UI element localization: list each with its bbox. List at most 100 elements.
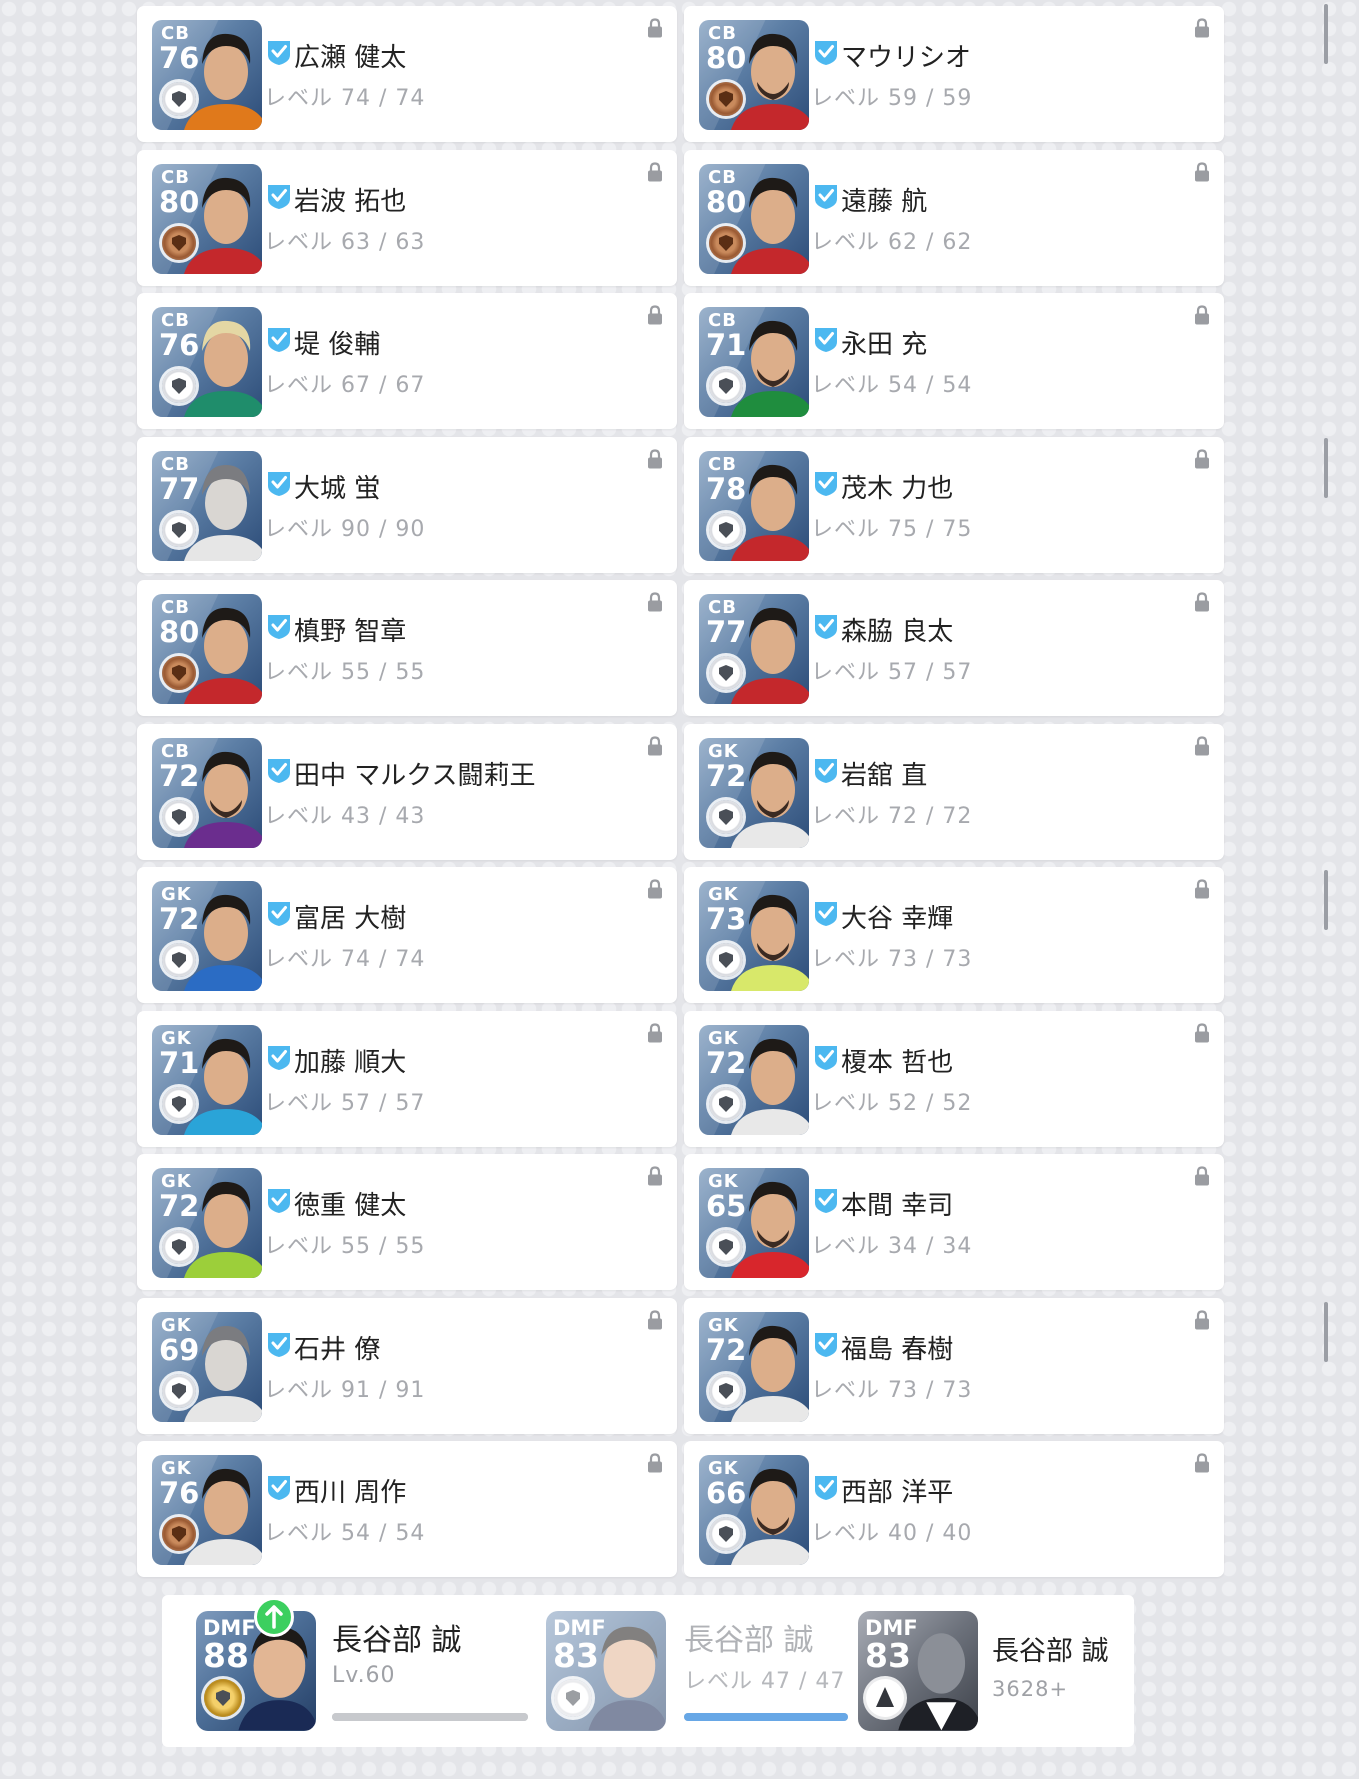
player-level: レベル 55 / 55 (264, 660, 426, 685)
player-card[interactable]: GK 71 加藤 順大 レベル 57 / 57 (137, 1011, 677, 1147)
lock-icon[interactable] (647, 592, 663, 612)
player-name: 徳重 健太 (294, 1191, 407, 1221)
player-card[interactable]: CB 76 堤 俊輔 レベル 67 / 67 (137, 293, 677, 429)
lock-icon[interactable] (647, 449, 663, 469)
lock-icon[interactable] (647, 162, 663, 182)
candidate-player-level: レベル 47 / 47 (684, 1669, 846, 1694)
player-card[interactable]: CB 71 永田 充レベル 54 / 54 (684, 293, 1224, 429)
player-name: 石井 僚 (294, 1335, 381, 1365)
overall-rating: 71 (159, 1046, 200, 1080)
player-name: 西川 周作 (294, 1478, 407, 1508)
player-card[interactable]: GK 66 西部 洋平 レベル 40 / 40 (684, 1441, 1224, 1577)
player-card[interactable]: CB 77 森脇 良太 レベル 57 / 57 (684, 580, 1224, 716)
player-card[interactable]: GK 72 榎本 哲也 レベル 52 / 52 (684, 1011, 1224, 1147)
player-card[interactable]: GK 72 岩舘 直レベル 72 / 72 (684, 724, 1224, 860)
lock-icon[interactable] (1194, 1023, 1210, 1043)
player-card[interactable]: CB 80 遠藤 航レベル 62 / 62 (684, 150, 1224, 286)
check-badge-icon (815, 1046, 837, 1070)
player-level: レベル 90 / 90 (264, 517, 426, 542)
player-photo (731, 320, 809, 417)
player-avatar: CB 77 (152, 451, 262, 561)
check-badge-icon (815, 328, 837, 352)
lock-icon[interactable] (1194, 1453, 1210, 1473)
candidate-player-name: 長谷部 誠 (684, 1623, 814, 1658)
lock-icon[interactable] (647, 1453, 663, 1473)
lock-icon[interactable] (647, 879, 663, 899)
overall-rating: 72 (159, 1189, 200, 1223)
player-card[interactable]: CB 72 田中 マルクス闘莉王 レベル 43 / 43 (137, 724, 677, 860)
player-photo (184, 607, 262, 704)
lock-icon[interactable] (1194, 1310, 1210, 1330)
lock-icon[interactable] (647, 1023, 663, 1043)
overall-rating: 80 (706, 41, 747, 75)
player-avatar: CB 76 (152, 307, 262, 417)
lock-icon[interactable] (647, 1310, 663, 1330)
white-medal-icon (709, 1230, 743, 1264)
player-avatar: GK 72 (152, 881, 262, 991)
lock-icon[interactable] (1194, 1166, 1210, 1186)
gold-medal-icon (204, 1679, 242, 1717)
player-card[interactable]: GK 72 徳重 健太 レベル 55 / 55 (137, 1154, 677, 1290)
player-photo (184, 177, 262, 274)
other-player-avatar[interactable]: DMF 83 (858, 1611, 978, 1731)
player-card[interactable]: CB 80 マウリシオ レベル 59 / 59 (684, 6, 1224, 142)
current-player-avatar[interactable]: DMF 88 (196, 1611, 316, 1731)
scrollbar-tick (1324, 870, 1328, 930)
player-card[interactable]: CB 77 大城 蛍レベル 90 / 90 (137, 437, 677, 573)
player-card[interactable]: CB 80 槙野 智章 レベル 55 / 55 (137, 580, 677, 716)
lock-icon[interactable] (647, 1166, 663, 1186)
lock-icon[interactable] (1194, 18, 1210, 38)
candidate-level-bar (684, 1713, 848, 1721)
lock-icon[interactable] (1194, 879, 1210, 899)
player-comparison-bar: DMF 88 長谷部 誠 Lv.60 DMF 83 長谷部 誠 レベル 47 /… (162, 1595, 1134, 1747)
check-badge-icon (815, 41, 837, 65)
player-name: マウリシオ (841, 43, 972, 73)
lock-icon[interactable] (647, 305, 663, 325)
lock-icon[interactable] (1194, 736, 1210, 756)
player-name: 加藤 順大 (294, 1048, 407, 1078)
trainer-icon (866, 1679, 904, 1717)
white-medal-icon (709, 369, 743, 403)
player-card[interactable]: CB 80 岩波 拓也 レベル 63 / 63 (137, 150, 677, 286)
player-card[interactable]: GK 72 福島 春樹 レベル 73 / 73 (684, 1298, 1224, 1434)
player-avatar: CB 78 (699, 451, 809, 561)
player-photo (731, 177, 809, 274)
overall-rating: 72 (706, 759, 747, 793)
check-badge-icon (815, 472, 837, 496)
overall-rating: 66 (706, 1476, 747, 1510)
player-card[interactable]: GK 72 富居 大樹 レベル 74 / 74 (137, 867, 677, 1003)
player-avatar: GK 69 (152, 1312, 262, 1422)
lock-icon[interactable] (1194, 305, 1210, 325)
player-photo (184, 894, 262, 991)
player-card[interactable]: GK 65 本間 幸司 レベル 34 / 34 (684, 1154, 1224, 1290)
check-badge-icon (815, 1333, 837, 1357)
lock-icon[interactable] (1194, 449, 1210, 469)
overall-rating: 76 (159, 41, 200, 75)
player-card[interactable]: GK 73 大谷 幸輝 レベル 73 / 73 (684, 867, 1224, 1003)
player-card[interactable]: CB 76 広瀬 健太 レベル 74 / 74 (137, 6, 677, 142)
bronze-medal-icon (709, 226, 743, 260)
check-badge-icon (268, 759, 290, 783)
player-name: 広瀬 健太 (294, 43, 407, 73)
check-badge-icon (268, 1046, 290, 1070)
lock-icon[interactable] (647, 18, 663, 38)
player-level: レベル 91 / 91 (264, 1378, 426, 1403)
check-badge-icon (815, 902, 837, 926)
white-medal-icon (709, 1087, 743, 1121)
lock-icon[interactable] (1194, 592, 1210, 612)
lock-icon[interactable] (647, 736, 663, 756)
player-card[interactable]: GK 76 西川 周作 レベル 54 / 54 (137, 1441, 677, 1577)
player-card[interactable]: GK 69 石井 僚レベル 91 / 91 (137, 1298, 677, 1434)
other-player-name: 長谷部 誠 (992, 1636, 1109, 1667)
candidate-player-avatar[interactable]: DMF 83 (546, 1611, 666, 1731)
player-name: 大谷 幸輝 (841, 904, 954, 934)
player-level: レベル 57 / 57 (811, 660, 973, 685)
player-photo (731, 464, 809, 561)
player-avatar: GK 65 (699, 1168, 809, 1278)
check-badge-icon (815, 615, 837, 639)
player-level: レベル 43 / 43 (264, 804, 426, 829)
player-card[interactable]: CB 78 茂木 力也 レベル 75 / 75 (684, 437, 1224, 573)
white-medal-icon (554, 1679, 592, 1717)
lock-icon[interactable] (1194, 162, 1210, 182)
check-badge-icon (268, 472, 290, 496)
